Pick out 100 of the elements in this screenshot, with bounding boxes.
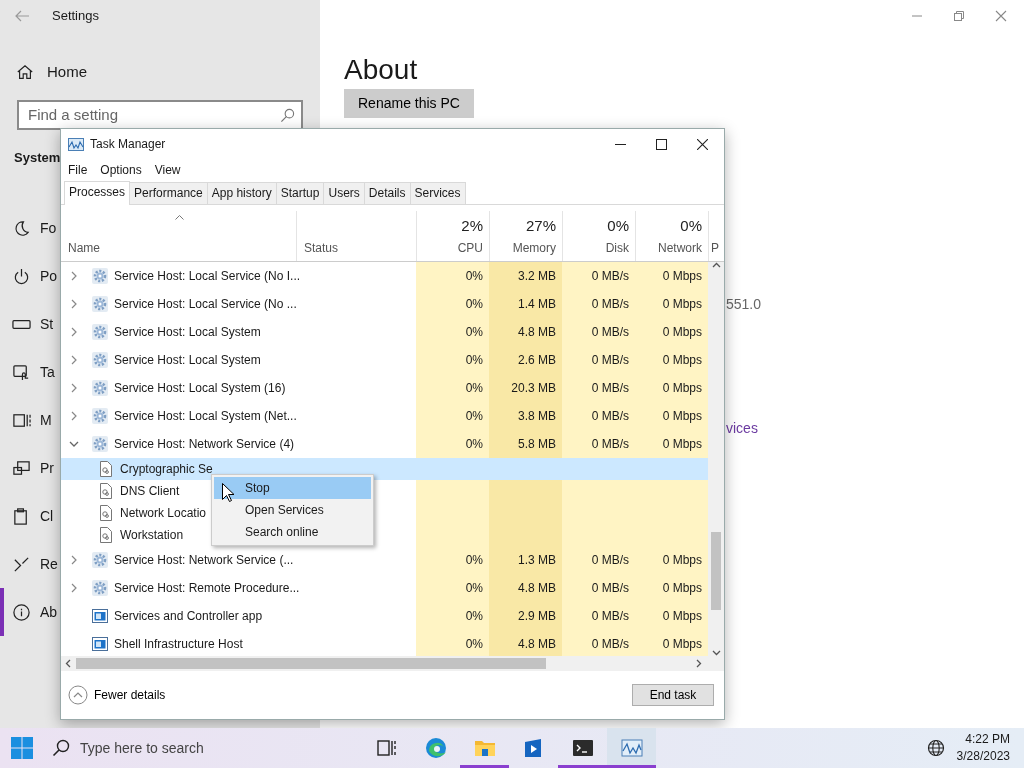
browser-icon xyxy=(424,737,447,759)
menu-item[interactable]: Options xyxy=(100,161,142,179)
nav-item[interactable]: Fo xyxy=(0,204,57,252)
table-cell-text: 2.9 MB xyxy=(517,608,557,625)
table-cell-text: 0 Mbps xyxy=(661,552,703,569)
tab[interactable]: Performance xyxy=(129,182,208,204)
vertical-scrollbar[interactable] xyxy=(708,262,724,656)
menu-item[interactable]: Search online xyxy=(214,521,371,543)
table-cell-text: 0% xyxy=(464,552,484,569)
scroll-right-icon[interactable] xyxy=(696,659,702,668)
selected-row[interactable]: Cryptographic Se xyxy=(61,458,708,480)
column-header[interactable]: P xyxy=(711,239,724,257)
search-field[interactable]: Type here to search xyxy=(44,728,344,768)
clock[interactable]: 4:22 PM 3/28/2023 xyxy=(956,731,1010,765)
close-icon[interactable] xyxy=(697,138,708,150)
process-name: Services and Controller app xyxy=(114,608,263,625)
table-cell-text: 0 Mbps xyxy=(661,380,703,397)
column-header[interactable]: Memory xyxy=(512,239,556,257)
gear-icon xyxy=(92,380,108,396)
table-cell-text: 0 Mbps xyxy=(661,608,703,625)
restore-icon[interactable] xyxy=(953,10,965,22)
projector-icon xyxy=(12,458,31,478)
process-name: Service Host: Local Service (No I... xyxy=(114,268,301,285)
search-icon[interactable] xyxy=(280,107,295,123)
scroll-left-icon[interactable] xyxy=(65,659,71,668)
process-name: Service Host: Remote Procedure... xyxy=(114,580,300,597)
column-header[interactable]: Status xyxy=(304,239,410,257)
table-cell-text: 0 MB/s xyxy=(590,636,630,653)
tab[interactable]: Details xyxy=(363,182,411,204)
table-cell-text: 0 MB/s xyxy=(590,436,630,453)
chart-icon xyxy=(68,137,84,151)
process-name: Service Host: Network Service (... xyxy=(114,552,294,569)
table-cell-text: 0 MB/s xyxy=(590,408,630,425)
column-header[interactable]: Network xyxy=(658,239,702,257)
table-cell-text: 3.8 MB xyxy=(517,408,557,425)
menu-item[interactable]: Stop xyxy=(214,477,371,499)
globe-icon[interactable] xyxy=(926,739,945,757)
scrollbar-thumb[interactable] xyxy=(711,532,721,610)
nav-item[interactable]: St xyxy=(0,300,54,348)
search-field[interactable]: Find a setting xyxy=(17,99,303,130)
tab[interactable]: Processes xyxy=(64,181,131,205)
fewer-details-button[interactable]: Fewer details xyxy=(68,685,166,705)
horizontal-scrollbar[interactable] xyxy=(61,656,724,671)
tab[interactable]: Users xyxy=(323,182,365,204)
scroll-down-icon[interactable] xyxy=(711,650,721,656)
gear-icon xyxy=(92,580,108,596)
table-cell-text: 0% xyxy=(464,352,484,369)
gear-icon xyxy=(92,268,108,284)
table-cell-text: 4.8 MB xyxy=(517,580,557,597)
column-header[interactable]: Name xyxy=(68,239,100,257)
nav-link[interactable]: Home xyxy=(47,61,87,84)
table-cell-text: 0 Mbps xyxy=(661,324,703,341)
task-view-icon xyxy=(375,737,398,759)
menu-item[interactable]: File xyxy=(68,161,88,179)
back-arrow-icon[interactable] xyxy=(14,8,30,24)
nav-item[interactable]: Ta xyxy=(0,348,55,396)
table-cell-text: 0% xyxy=(464,268,484,285)
table-cell-text: 0% xyxy=(464,636,484,653)
end-task-button[interactable]: End task xyxy=(632,684,714,706)
collapse-icon xyxy=(68,685,88,705)
window-title: Settings xyxy=(52,7,99,26)
terminal-icon xyxy=(571,737,594,759)
sort-caret-icon[interactable] xyxy=(174,215,184,220)
process-name: Network Locatio xyxy=(120,505,207,522)
chart-icon xyxy=(620,737,643,759)
maximize-icon[interactable] xyxy=(656,138,667,150)
column-header[interactable]: Disk xyxy=(605,239,629,257)
column-header[interactable]: CPU xyxy=(457,239,483,257)
tab[interactable]: Startup xyxy=(275,182,325,204)
process-name: Workstation xyxy=(120,527,184,544)
tablet-icon xyxy=(12,362,31,382)
table-cell-text: 1.3 MB xyxy=(517,552,557,569)
table-cell-text: 0% xyxy=(464,380,484,397)
menu-item[interactable]: View xyxy=(154,161,181,179)
table-cell-text: 3.2 MB xyxy=(517,268,557,285)
nav-item[interactable]: M xyxy=(0,396,52,444)
nav-item[interactable]: Po xyxy=(0,252,58,300)
table-cell-text: 0 Mbps xyxy=(661,268,703,285)
rename-button[interactable]: Rename this PC xyxy=(344,88,474,118)
link[interactable]: vices xyxy=(726,417,758,439)
menu-item[interactable]: Open Services xyxy=(214,499,371,521)
nav-item[interactable]: Cl xyxy=(0,492,54,540)
gear-icon xyxy=(92,408,108,424)
window-icon xyxy=(92,608,108,624)
table-cell-text: 0 MB/s xyxy=(590,380,630,397)
process-name: Service Host: Local System xyxy=(114,352,261,369)
scrollbar-thumb[interactable] xyxy=(76,658,546,669)
windows-logo-icon xyxy=(11,737,33,759)
table-cell-text: 5.8 MB xyxy=(517,436,557,453)
table-cell-text: 0 MB/s xyxy=(590,552,630,569)
nav-item[interactable]: Pr xyxy=(0,444,54,492)
date-text: 3/28/2023 xyxy=(956,748,1010,765)
scroll-up-icon[interactable] xyxy=(711,262,721,268)
table-cell-text: 1.4 MB xyxy=(517,296,557,313)
tab[interactable]: Services xyxy=(409,182,466,204)
process-name: Service Host: Local System (Net... xyxy=(114,408,297,425)
nav-item[interactable]: Re xyxy=(0,540,58,588)
search-icon xyxy=(52,739,70,757)
table-cell-text: 2.6 MB xyxy=(517,352,557,369)
tab[interactable]: App history xyxy=(206,182,277,204)
